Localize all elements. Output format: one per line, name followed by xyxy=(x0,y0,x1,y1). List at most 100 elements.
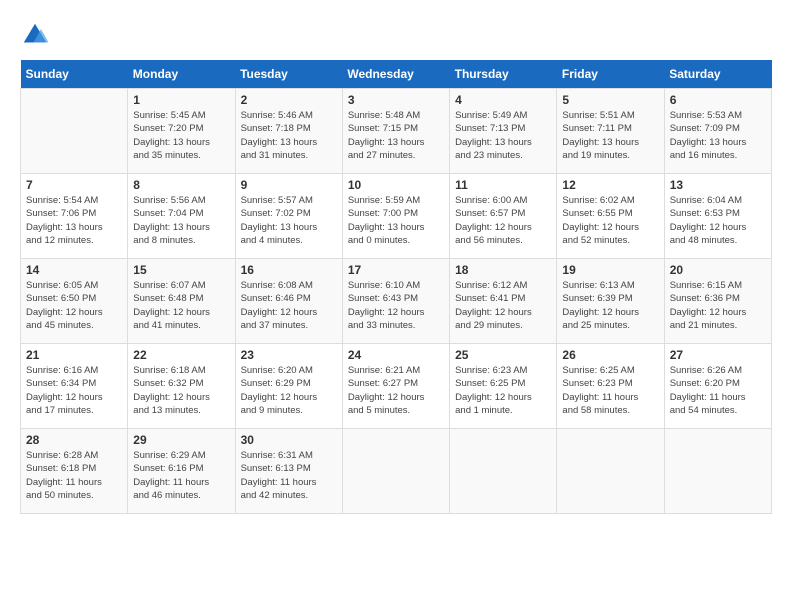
calendar-week-row: 7Sunrise: 5:54 AM Sunset: 7:06 PM Daylig… xyxy=(21,174,772,259)
calendar-cell: 5 Sunrise: 5:51 AM Sunset: 7:11 PM Daylig… xyxy=(557,89,664,174)
day-number: 11 xyxy=(455,178,551,192)
calendar-cell: 4Sunrise: 5:49 AM Sunset: 7:13 PM Daylig… xyxy=(450,89,557,174)
day-info: Sunrise: 6:07 AM Sunset: 6:48 PM Dayligh… xyxy=(133,279,229,332)
day-number: 19 xyxy=(562,263,658,277)
day-info: Sunrise: 5:53 AM Sunset: 7:09 PM Dayligh… xyxy=(670,109,766,162)
day-info: Sunrise: 5:46 AM Sunset: 7:18 PM Dayligh… xyxy=(241,109,337,162)
day-number: 8 xyxy=(133,178,229,192)
calendar-cell: 14 Sunrise: 6:05 AM Sunset: 6:50 PM Dayli… xyxy=(21,259,128,344)
calendar-cell: 10 Sunrise: 5:59 AM Sunset: 7:00 PM Dayli… xyxy=(342,174,449,259)
day-number: 10 xyxy=(348,178,444,192)
calendar-cell xyxy=(557,429,664,514)
day-info: Sunrise: 6:26 AM Sunset: 6:20 PM Dayligh… xyxy=(670,364,766,417)
calendar-cell: 12 Sunrise: 6:02 AM Sunset: 6:55 PM Dayli… xyxy=(557,174,664,259)
day-info: Sunrise: 5:54 AM Sunset: 7:06 PM Dayligh… xyxy=(26,194,122,247)
day-number: 26 xyxy=(562,348,658,362)
day-info: Sunrise: 6:20 AM Sunset: 6:29 PM Dayligh… xyxy=(241,364,337,417)
day-number: 23 xyxy=(241,348,337,362)
day-number: 24 xyxy=(348,348,444,362)
day-info: Sunrise: 6:08 AM Sunset: 6:46 PM Dayligh… xyxy=(241,279,337,332)
day-number: 20 xyxy=(670,263,766,277)
day-number: 15 xyxy=(133,263,229,277)
day-info: Sunrise: 6:16 AM Sunset: 6:34 PM Dayligh… xyxy=(26,364,122,417)
day-number: 9 xyxy=(241,178,337,192)
day-number: 3 xyxy=(348,93,444,107)
day-info: Sunrise: 6:18 AM Sunset: 6:32 PM Dayligh… xyxy=(133,364,229,417)
day-info: Sunrise: 6:15 AM Sunset: 6:36 PM Dayligh… xyxy=(670,279,766,332)
day-number: 1 xyxy=(133,93,229,107)
day-info: Sunrise: 6:21 AM Sunset: 6:27 PM Dayligh… xyxy=(348,364,444,417)
day-info: Sunrise: 5:48 AM Sunset: 7:15 PM Dayligh… xyxy=(348,109,444,162)
calendar-cell xyxy=(342,429,449,514)
day-info: Sunrise: 6:28 AM Sunset: 6:18 PM Dayligh… xyxy=(26,449,122,502)
calendar-week-row: 28 Sunrise: 6:28 AM Sunset: 6:18 PM Dayli… xyxy=(21,429,772,514)
day-number: 29 xyxy=(133,433,229,447)
calendar-cell: 28 Sunrise: 6:28 AM Sunset: 6:18 PM Dayli… xyxy=(21,429,128,514)
day-of-week-header: Friday xyxy=(557,60,664,89)
calendar-cell: 22 Sunrise: 6:18 AM Sunset: 6:32 PM Dayli… xyxy=(128,344,235,429)
day-info: Sunrise: 5:56 AM Sunset: 7:04 PM Dayligh… xyxy=(133,194,229,247)
day-info: Sunrise: 6:23 AM Sunset: 6:25 PM Dayligh… xyxy=(455,364,551,417)
day-number: 4 xyxy=(455,93,551,107)
calendar-cell: 3 Sunrise: 5:48 AM Sunset: 7:15 PM Daylig… xyxy=(342,89,449,174)
day-of-week-header: Tuesday xyxy=(235,60,342,89)
day-number: 27 xyxy=(670,348,766,362)
day-info: Sunrise: 5:59 AM Sunset: 7:00 PM Dayligh… xyxy=(348,194,444,247)
day-number: 17 xyxy=(348,263,444,277)
calendar-cell: 19 Sunrise: 6:13 AM Sunset: 6:39 PM Dayli… xyxy=(557,259,664,344)
calendar-cell: 13Sunrise: 6:04 AM Sunset: 6:53 PM Dayli… xyxy=(664,174,771,259)
day-number: 18 xyxy=(455,263,551,277)
calendar-cell: 9 Sunrise: 5:57 AM Sunset: 7:02 PM Daylig… xyxy=(235,174,342,259)
calendar-cell: 6 Sunrise: 5:53 AM Sunset: 7:09 PM Daylig… xyxy=(664,89,771,174)
day-number: 5 xyxy=(562,93,658,107)
calendar-cell: 26 Sunrise: 6:25 AM Sunset: 6:23 PM Dayli… xyxy=(557,344,664,429)
calendar-cell: 11 Sunrise: 6:00 AM Sunset: 6:57 PM Dayli… xyxy=(450,174,557,259)
calendar-cell: 15 Sunrise: 6:07 AM Sunset: 6:48 PM Dayli… xyxy=(128,259,235,344)
page-header xyxy=(20,20,772,50)
calendar-cell: 25 Sunrise: 6:23 AM Sunset: 6:25 PM Dayli… xyxy=(450,344,557,429)
calendar-cell: 18 Sunrise: 6:12 AM Sunset: 6:41 PM Dayli… xyxy=(450,259,557,344)
day-number: 30 xyxy=(241,433,337,447)
calendar-cell: 16 Sunrise: 6:08 AM Sunset: 6:46 PM Dayli… xyxy=(235,259,342,344)
calendar-cell: 1 Sunrise: 5:45 AM Sunset: 7:20 PM Daylig… xyxy=(128,89,235,174)
day-number: 16 xyxy=(241,263,337,277)
calendar-cell: 7Sunrise: 5:54 AM Sunset: 7:06 PM Daylig… xyxy=(21,174,128,259)
calendar-cell: 21 Sunrise: 6:16 AM Sunset: 6:34 PM Dayli… xyxy=(21,344,128,429)
calendar-week-row: 21 Sunrise: 6:16 AM Sunset: 6:34 PM Dayli… xyxy=(21,344,772,429)
day-info: Sunrise: 6:00 AM Sunset: 6:57 PM Dayligh… xyxy=(455,194,551,247)
day-of-week-header: Sunday xyxy=(21,60,128,89)
day-info: Sunrise: 6:10 AM Sunset: 6:43 PM Dayligh… xyxy=(348,279,444,332)
day-info: Sunrise: 6:13 AM Sunset: 6:39 PM Dayligh… xyxy=(562,279,658,332)
day-info: Sunrise: 6:25 AM Sunset: 6:23 PM Dayligh… xyxy=(562,364,658,417)
calendar-cell: 30Sunrise: 6:31 AM Sunset: 6:13 PM Dayli… xyxy=(235,429,342,514)
calendar-cell: 27 Sunrise: 6:26 AM Sunset: 6:20 PM Dayli… xyxy=(664,344,771,429)
logo-icon xyxy=(20,20,50,50)
day-info: Sunrise: 6:29 AM Sunset: 6:16 PM Dayligh… xyxy=(133,449,229,502)
day-info: Sunrise: 5:51 AM Sunset: 7:11 PM Dayligh… xyxy=(562,109,658,162)
logo xyxy=(20,20,54,50)
day-number: 22 xyxy=(133,348,229,362)
day-number: 14 xyxy=(26,263,122,277)
calendar-cell: 20 Sunrise: 6:15 AM Sunset: 6:36 PM Dayli… xyxy=(664,259,771,344)
calendar-cell: 29 Sunrise: 6:29 AM Sunset: 6:16 PM Dayli… xyxy=(128,429,235,514)
calendar-cell: 2Sunrise: 5:46 AM Sunset: 7:18 PM Daylig… xyxy=(235,89,342,174)
calendar-week-row: 14 Sunrise: 6:05 AM Sunset: 6:50 PM Dayli… xyxy=(21,259,772,344)
day-of-week-header: Wednesday xyxy=(342,60,449,89)
calendar-week-row: 1 Sunrise: 5:45 AM Sunset: 7:20 PM Daylig… xyxy=(21,89,772,174)
day-number: 6 xyxy=(670,93,766,107)
calendar-cell: 23 Sunrise: 6:20 AM Sunset: 6:29 PM Dayli… xyxy=(235,344,342,429)
day-number: 21 xyxy=(26,348,122,362)
day-info: Sunrise: 6:02 AM Sunset: 6:55 PM Dayligh… xyxy=(562,194,658,247)
day-info: Sunrise: 5:57 AM Sunset: 7:02 PM Dayligh… xyxy=(241,194,337,247)
day-info: Sunrise: 6:12 AM Sunset: 6:41 PM Dayligh… xyxy=(455,279,551,332)
day-number: 12 xyxy=(562,178,658,192)
day-number: 13 xyxy=(670,178,766,192)
calendar-cell xyxy=(664,429,771,514)
calendar-table: SundayMondayTuesdayWednesdayThursdayFrid… xyxy=(20,60,772,514)
calendar-cell: 24 Sunrise: 6:21 AM Sunset: 6:27 PM Dayli… xyxy=(342,344,449,429)
day-info: Sunrise: 6:05 AM Sunset: 6:50 PM Dayligh… xyxy=(26,279,122,332)
day-number: 28 xyxy=(26,433,122,447)
calendar-cell xyxy=(21,89,128,174)
day-info: Sunrise: 5:45 AM Sunset: 7:20 PM Dayligh… xyxy=(133,109,229,162)
day-number: 25 xyxy=(455,348,551,362)
